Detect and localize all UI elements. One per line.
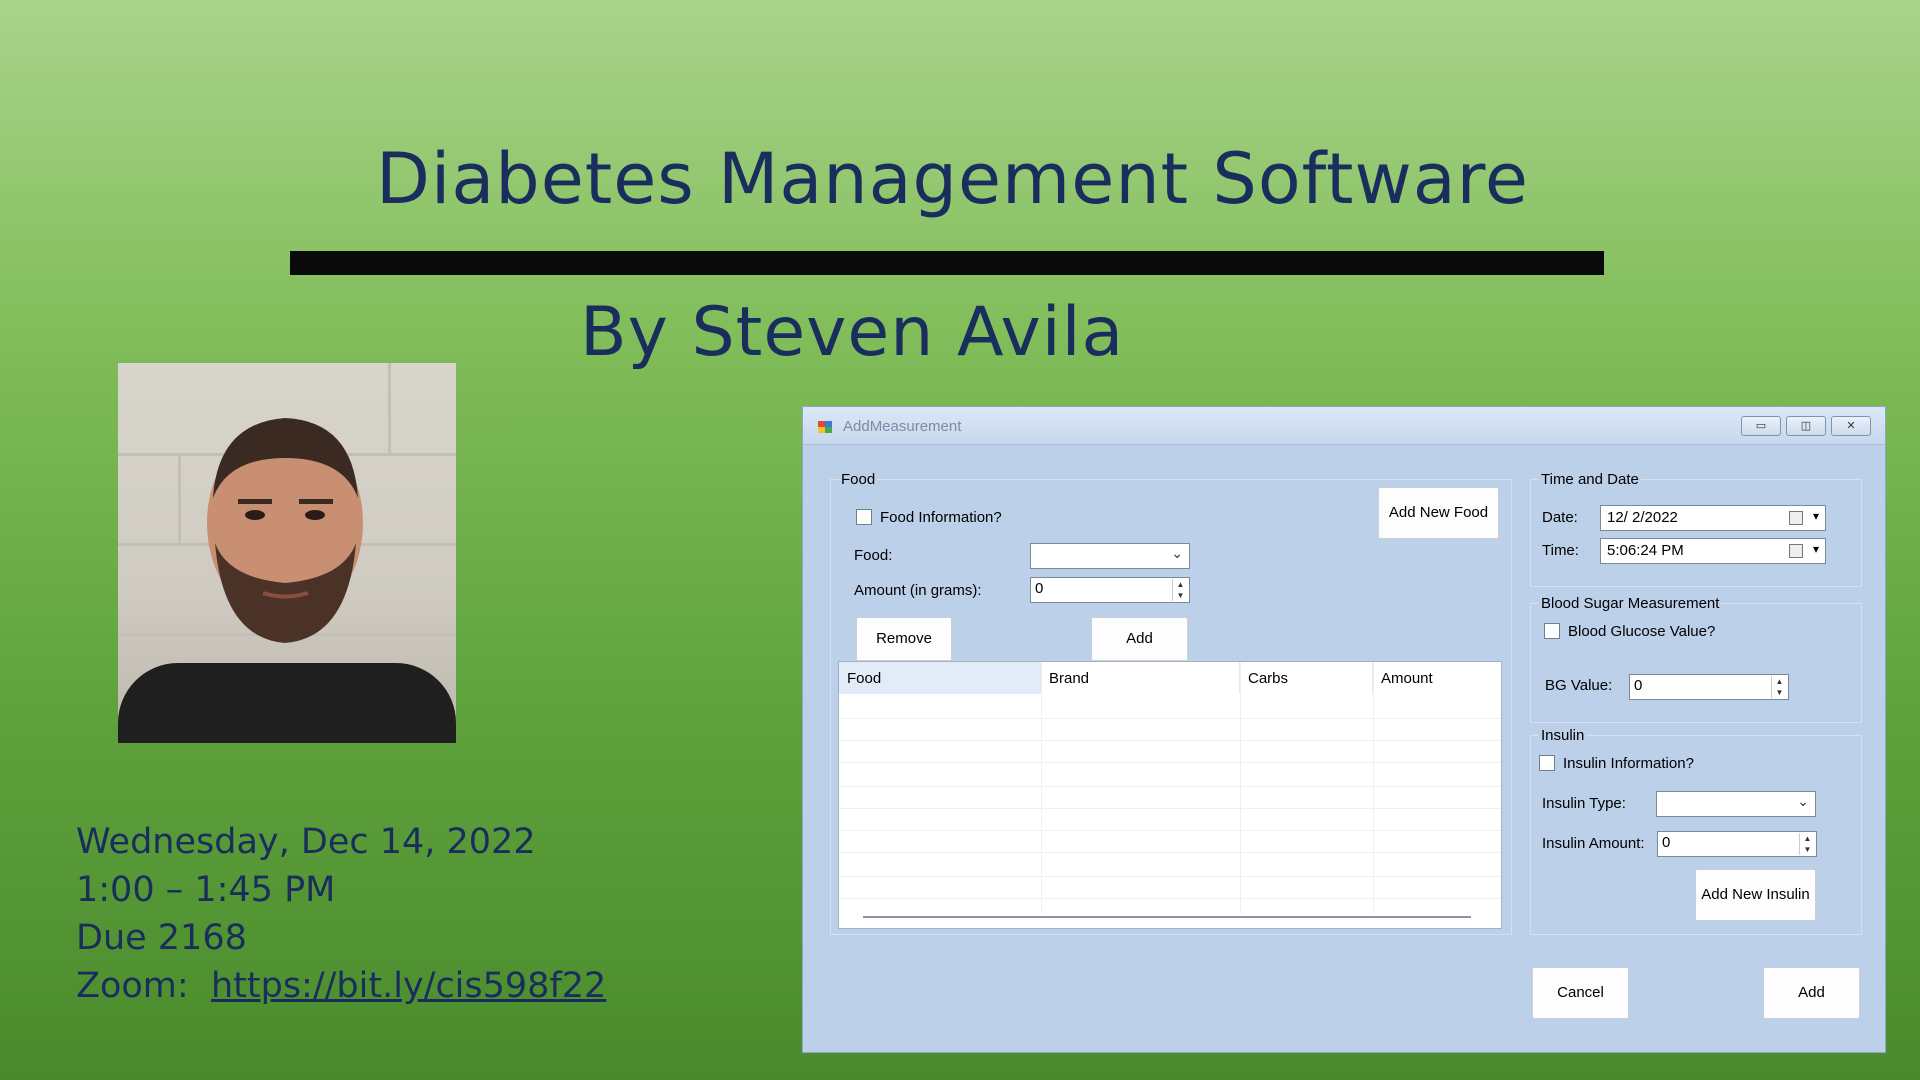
- blood-sugar-group-label: Blood Sugar Measurement: [1539, 595, 1722, 612]
- date-label: Date:: [1542, 509, 1578, 526]
- remove-food-button[interactable]: Remove: [856, 617, 952, 661]
- app-icon: [818, 421, 832, 433]
- insulin-amount-value: 0: [1662, 834, 1671, 851]
- spin-arrows-icon[interactable]: ▲ ▼: [1799, 833, 1815, 855]
- dropdown-arrow-icon: ▾: [1812, 509, 1819, 523]
- bg-value-stepper[interactable]: 0 ▲ ▼: [1629, 674, 1789, 700]
- close-button[interactable]: ✕: [1831, 416, 1871, 436]
- food-info-checkbox[interactable]: [856, 509, 872, 525]
- event-time: 1:00 – 1:45 PM: [76, 870, 336, 910]
- minimize-button[interactable]: ▭: [1741, 416, 1781, 436]
- zoom-line: Zoom: https://bit.ly/cis598f22: [76, 962, 606, 1010]
- insulin-type-label: Insulin Type:: [1542, 795, 1626, 812]
- slide-title: Diabetes Management Software: [376, 138, 1529, 220]
- time-date-group: [1530, 479, 1862, 587]
- title-underline-bar: [290, 251, 1604, 275]
- add-measurement-button[interactable]: Add: [1763, 967, 1860, 1019]
- author-photo: [118, 363, 456, 743]
- food-group-label: Food: [839, 471, 878, 488]
- column-header-amount[interactable]: Amount: [1373, 662, 1501, 694]
- window-title: AddMeasurement: [843, 418, 962, 435]
- event-info: Wednesday, Dec 14, 2022 1:00 – 1:45 PM D…: [76, 818, 606, 1010]
- blood-sugar-group: [1530, 603, 1862, 723]
- time-picker[interactable]: 5:06:24 PM ▾: [1600, 538, 1826, 564]
- chevron-down-icon: ⌄: [1797, 794, 1809, 810]
- add-measurement-window: AddMeasurement ▭ ◫ ✕ Food Food Informati…: [802, 406, 1886, 1053]
- event-room: Due 2168: [76, 918, 247, 958]
- horizontal-scrollbar[interactable]: [863, 916, 1471, 918]
- spin-arrows-icon[interactable]: ▲ ▼: [1172, 579, 1188, 601]
- food-label: Food:: [854, 547, 893, 564]
- time-value: 5:06:24 PM: [1607, 542, 1684, 559]
- insulin-amount-label: Insulin Amount:: [1542, 835, 1645, 852]
- blood-glucose-checkbox[interactable]: [1544, 623, 1560, 639]
- insulin-type-dropdown[interactable]: ⌄: [1656, 791, 1816, 817]
- zoom-label: Zoom:: [76, 966, 189, 1006]
- date-picker[interactable]: 12/ 2/2022 ▾: [1600, 505, 1826, 531]
- food-dropdown[interactable]: ⌄: [1030, 543, 1190, 569]
- add-new-food-button[interactable]: Add New Food: [1378, 487, 1499, 539]
- insulin-info-checkbox[interactable]: [1539, 755, 1555, 771]
- zoom-link[interactable]: https://bit.ly/cis598f22: [211, 966, 606, 1006]
- insulin-group-label: Insulin: [1539, 727, 1587, 744]
- food-table: Food Brand Carbs Amount: [838, 661, 1502, 929]
- calendar-icon: [1789, 544, 1803, 558]
- date-value: 12/ 2/2022: [1607, 509, 1678, 526]
- bg-value: 0: [1634, 677, 1643, 694]
- insulin-info-checkbox-label: Insulin Information?: [1563, 755, 1694, 772]
- time-date-group-label: Time and Date: [1539, 471, 1641, 488]
- window-titlebar[interactable]: AddMeasurement ▭ ◫ ✕: [803, 407, 1885, 445]
- bg-value-label: BG Value:: [1545, 677, 1613, 694]
- column-header-food[interactable]: Food: [839, 662, 1041, 694]
- food-info-checkbox-label: Food Information?: [880, 509, 1002, 526]
- event-date: Wednesday, Dec 14, 2022: [76, 822, 536, 862]
- calendar-icon: [1789, 511, 1803, 525]
- chevron-down-icon: ⌄: [1171, 546, 1183, 562]
- window-body: Food Food Information? Food: ⌄ Amount (i…: [803, 445, 1885, 1054]
- column-header-brand[interactable]: Brand: [1041, 662, 1240, 694]
- add-new-insulin-button[interactable]: Add New Insulin: [1695, 869, 1816, 921]
- time-label: Time:: [1542, 542, 1579, 559]
- amount-grams-label: Amount (in grams):: [854, 582, 982, 599]
- maximize-button[interactable]: ◫: [1786, 416, 1826, 436]
- blood-glucose-checkbox-label: Blood Glucose Value?: [1568, 623, 1716, 640]
- person-portrait: [207, 418, 363, 643]
- dropdown-arrow-icon: ▾: [1812, 542, 1819, 556]
- insulin-amount-stepper[interactable]: 0 ▲ ▼: [1657, 831, 1817, 857]
- column-header-carbs[interactable]: Carbs: [1240, 662, 1373, 694]
- amount-grams-value: 0: [1035, 580, 1044, 597]
- spin-arrows-icon[interactable]: ▲ ▼: [1771, 676, 1787, 698]
- cancel-button[interactable]: Cancel: [1532, 967, 1629, 1019]
- author-name: By Steven Avila: [580, 293, 1125, 372]
- amount-grams-stepper[interactable]: 0 ▲ ▼: [1030, 577, 1190, 603]
- add-food-button[interactable]: Add: [1091, 617, 1188, 661]
